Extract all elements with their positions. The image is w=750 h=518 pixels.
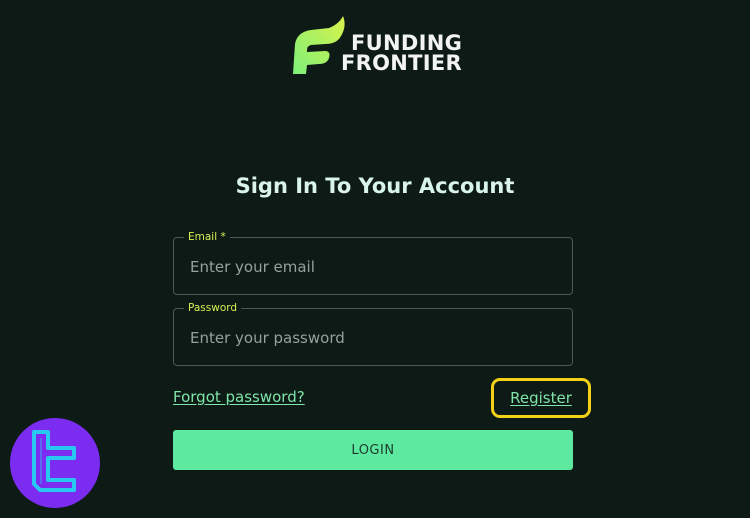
login-button[interactable]: LOGIN <box>173 430 573 470</box>
email-field: Email * <box>173 230 573 296</box>
register-link-highlight[interactable]: Register <box>491 378 591 418</box>
tc-badge-icon <box>10 418 100 508</box>
page-title: Sign In To Your Account <box>235 174 515 198</box>
brand-logo: FUNDING FRONTIER <box>285 14 465 76</box>
brand-name-line2: FRONTIER <box>341 51 462 75</box>
forgot-password-link[interactable]: Forgot password? <box>173 388 305 406</box>
email-input[interactable] <box>188 238 562 296</box>
password-input[interactable] <box>188 309 562 367</box>
f-flame-icon <box>293 16 345 74</box>
password-field: Password <box>173 301 573 367</box>
register-link[interactable]: Register <box>510 389 572 407</box>
